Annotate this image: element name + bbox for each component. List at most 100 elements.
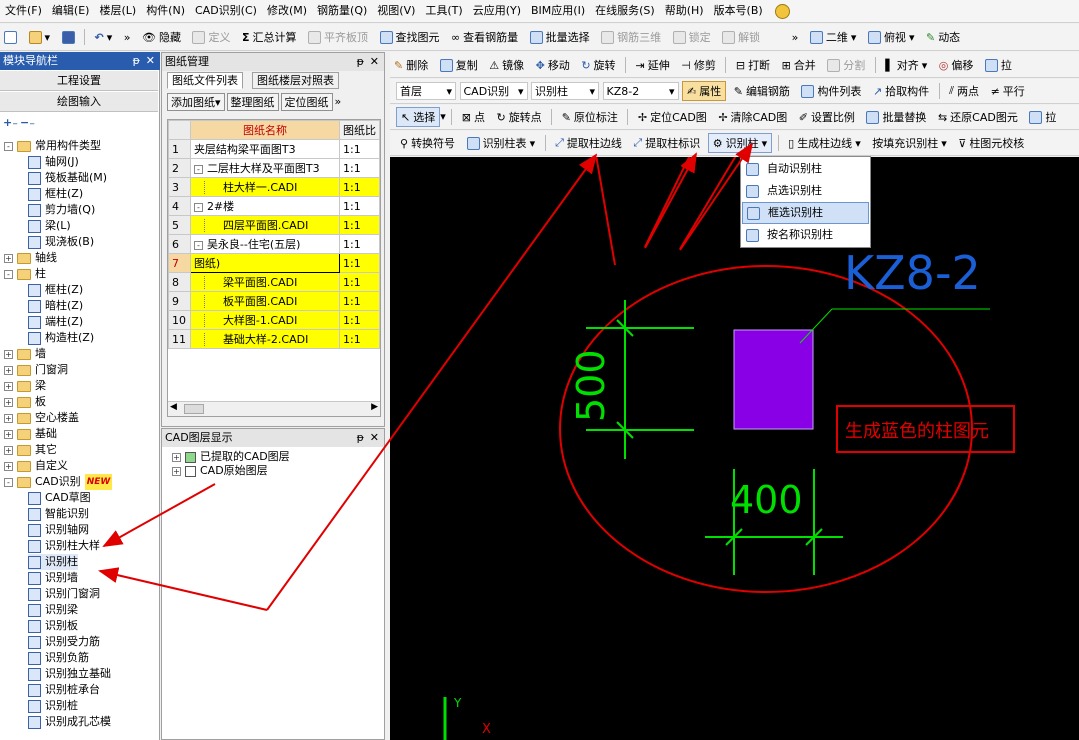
expand-icon[interactable]: +	[4, 349, 13, 359]
expand-icon[interactable]: +	[4, 253, 13, 263]
drawing-name-cell[interactable]: 大样图-1.CADI	[189, 310, 341, 330]
tree-item[interactable]: - CAD识别 NEW	[4, 474, 113, 490]
menu-item[interactable]: 构件(N)	[141, 0, 190, 22]
cad-canvas[interactable]: 500 KZ8-2 400 生成蓝色的柱图元 Y X	[390, 157, 1079, 740]
view-rebar-button[interactable]: ∞ 查看钢筋量	[447, 27, 522, 47]
column-element[interactable]	[733, 329, 814, 430]
tree-item[interactable]: -柱	[4, 266, 46, 282]
tree-item[interactable]: 识别轴网	[28, 522, 89, 538]
drawing-name-cell[interactable]: 柱大样一.CADI	[189, 177, 341, 197]
select-button[interactable]: ↖ 选择	[396, 107, 441, 127]
fill-identify-button[interactable]: 按填充识别柱 ▾	[868, 133, 951, 153]
menu-item[interactable]: 编辑(E)	[47, 0, 95, 22]
project-settings-button[interactable]: 工程设置	[0, 71, 158, 91]
add-drawing-button[interactable]: 添加图纸 ▾	[167, 93, 225, 111]
menu-item[interactable]: 帮助(H)	[660, 0, 709, 22]
component-name-select[interactable]: KZ8-2 ▾	[602, 82, 679, 100]
save-button[interactable]	[58, 27, 79, 47]
more-chevron-icon[interactable]: »	[120, 27, 135, 47]
drawing-name-cell[interactable]: 基础大样-2.CADI	[189, 329, 341, 349]
table-row[interactable]: 8 梁平面图.CADI 1:1	[168, 272, 380, 292]
menu-item[interactable]: 视图(V)	[372, 0, 420, 22]
table-row[interactable]: 9 板平面图.CADI 1:1	[168, 291, 380, 311]
locate-cad-button[interactable]: ✢ 定位CAD图	[634, 107, 711, 127]
tree-item[interactable]: + 板	[4, 394, 46, 410]
menu-item[interactable]: BIM应用(I)	[526, 0, 590, 22]
drawing-scale-cell[interactable]: 1:1	[339, 291, 380, 311]
menu-item[interactable]: 版本号(B)	[709, 0, 768, 22]
tree-item[interactable]: 智能识别	[28, 506, 89, 522]
view-2d-dropdown[interactable]: 二维 ▾	[806, 27, 861, 47]
menu-item-point-identify[interactable]: 点选识别柱	[742, 180, 869, 202]
layer-checkbox[interactable]	[185, 451, 196, 463]
table-row[interactable]: 3 柱大样一.CADI 1:1	[168, 177, 380, 197]
identify-column-table-button[interactable]: 识别柱表 ▾	[463, 133, 540, 153]
drawing-name-cell[interactable]: 图纸)	[189, 253, 341, 273]
drawing-name-cell[interactable]: 板平面图.CADI	[189, 291, 341, 311]
tree-item[interactable]: 识别墙	[28, 570, 78, 586]
tab-floor-mapping[interactable]: 图纸楼层对照表	[252, 72, 339, 89]
pull-button[interactable]: 拉	[1025, 107, 1060, 127]
menu-item[interactable]: 在线服务(S)	[590, 0, 660, 22]
tree-item[interactable]: + 其它	[4, 442, 57, 458]
attribute-button[interactable]: ✍ 属性	[682, 81, 727, 101]
stretch-button[interactable]: 拉	[981, 55, 1016, 75]
table-row[interactable]: 11 基础大样-2.CADI 1:1	[168, 329, 380, 349]
module-select[interactable]: CAD识别 ▾	[459, 82, 528, 100]
drawing-scale-cell[interactable]: 1:1	[339, 215, 380, 235]
close-icon[interactable]: ✕	[146, 52, 155, 70]
tree-item[interactable]: + 空心楼盖	[4, 410, 79, 426]
hide-button[interactable]: 👁 隐藏	[138, 27, 185, 47]
column-check-button[interactable]: ⊽ 柱图元校核	[954, 133, 1028, 153]
trim-button[interactable]: ⊣ 修剪	[677, 55, 720, 75]
tree-item[interactable]: 剪力墙(Q)	[28, 202, 95, 218]
locate-drawing-button[interactable]: 定位图纸	[280, 93, 333, 111]
menu-item[interactable]: 楼层(L)	[94, 0, 141, 22]
drawing-input-button[interactable]: 绘图输入	[0, 92, 158, 112]
pick-component-button[interactable]: ↗ 拾取构件	[869, 81, 933, 101]
expand-all-icon[interactable]: +₋	[3, 116, 18, 129]
parallel-button[interactable]: ≠ 平行	[987, 81, 1029, 101]
tree-item[interactable]: 端柱(Z)	[28, 314, 83, 330]
drawing-scale-cell[interactable]: 1:1	[339, 310, 380, 330]
find-element-button[interactable]: 查找图元	[376, 27, 444, 47]
generate-column-edge-button[interactable]: ▯ 生成柱边线 ▾	[784, 133, 865, 153]
menu-item[interactable]: 钢筋量(Q)	[312, 0, 372, 22]
tree-item[interactable]: 暗柱(Z)	[28, 298, 83, 314]
drawing-name-cell[interactable]: -2#楼	[189, 196, 341, 216]
tree-item[interactable]: 识别板	[28, 618, 78, 634]
collapse-all-icon[interactable]: −₋	[20, 116, 35, 129]
lock-button[interactable]: 锁定	[669, 27, 715, 47]
tree-item[interactable]: 识别负筋	[28, 650, 89, 666]
menu-item[interactable]: 修改(M)	[262, 0, 312, 22]
extract-column-edge-button[interactable]: ⤢ 提取柱边线	[551, 133, 626, 153]
tree-item[interactable]: 识别柱	[28, 554, 78, 570]
define-button[interactable]: 定义	[188, 27, 234, 47]
origin-label-button[interactable]: ✎ 原位标注	[558, 107, 622, 127]
rebar-3d-button[interactable]: 钢筋三维	[597, 27, 665, 47]
tree-item[interactable]: + 自定义	[4, 458, 68, 474]
tab-drawing-list[interactable]: 图纸文件列表	[167, 72, 243, 89]
expand-icon[interactable]: +	[4, 365, 13, 375]
restore-cad-button[interactable]: ⇆ 还原CAD图元	[934, 107, 1022, 127]
drawing-scale-cell[interactable]: 1:1	[339, 272, 380, 292]
layer-checkbox[interactable]	[185, 465, 196, 477]
two-point-button[interactable]: ⫽ 两点	[945, 81, 983, 101]
pin-icon[interactable]: ᵽ	[133, 52, 140, 70]
face-icon[interactable]	[775, 3, 791, 19]
more-chevron-icon[interactable]: »	[788, 27, 803, 47]
floor-select[interactable]: 首层 ▾	[396, 82, 456, 100]
tree-item[interactable]: 构造柱(Z)	[28, 330, 94, 346]
point-button[interactable]: ⊠ 点	[458, 107, 489, 127]
drawing-name-cell[interactable]: - 二层柱大样及平面图T3	[189, 158, 341, 178]
drawing-name-cell[interactable]: 梁平面图.CADI	[189, 272, 341, 292]
delete-button[interactable]: ✎ 删除	[390, 55, 432, 75]
tree-item[interactable]: 识别门窗洞	[28, 586, 100, 602]
drawing-scale-cell[interactable]: 1:1	[339, 177, 380, 197]
tree-item[interactable]: + 梁	[4, 378, 46, 394]
tree-item[interactable]: 框柱(Z)	[28, 282, 83, 298]
drawing-name-cell[interactable]: 夹层结构梁平面图T3	[189, 139, 341, 159]
component-list-button[interactable]: 构件列表	[797, 81, 865, 101]
table-row[interactable]: 1 夹层结构梁平面图T3 1:1	[168, 139, 380, 159]
scroll-left-icon[interactable]: ◀	[170, 402, 177, 412]
